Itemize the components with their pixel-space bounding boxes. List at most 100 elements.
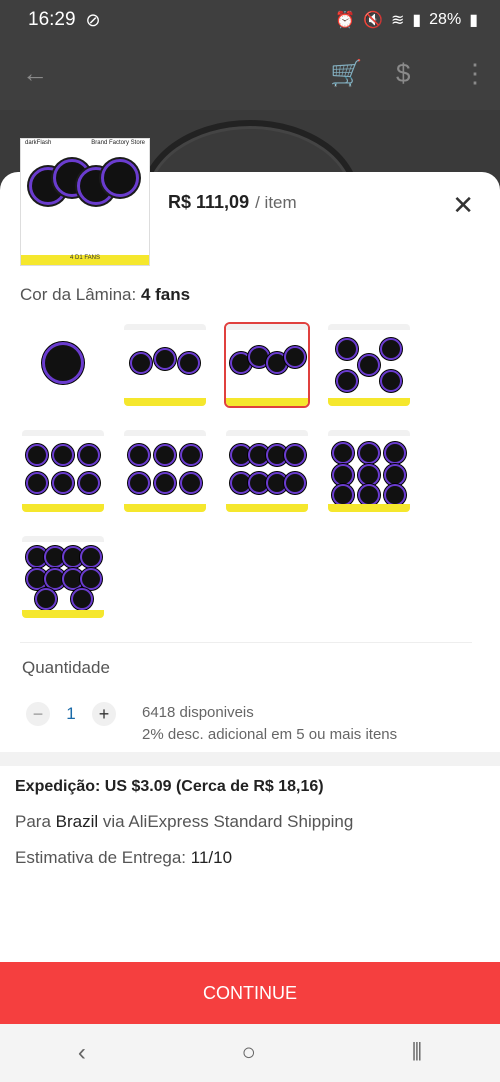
fan-icon (336, 338, 358, 360)
option-4-fans[interactable] (224, 322, 310, 408)
fan-icon (180, 472, 202, 494)
fan-icon (332, 484, 354, 506)
fan-icon (384, 464, 406, 486)
fan-icon (78, 472, 100, 494)
color-selection-label: Cor da Lâmina: 4 fans (20, 285, 190, 305)
fan-icon (78, 444, 100, 466)
thumbnail-brand-name: darkFlash (25, 140, 52, 146)
delivery-estimate: Estimativa de Entrega: 11/10 (15, 848, 232, 868)
option-3-fans[interactable] (124, 324, 206, 406)
fan-icon (35, 588, 57, 610)
fan-icon (358, 354, 380, 376)
close-icon[interactable]: ✕ (452, 190, 474, 221)
fan-icon (42, 342, 84, 384)
fan-icon (154, 444, 176, 466)
option-brand-bar (124, 430, 206, 436)
fan-icon (284, 444, 306, 466)
signal-icon: ▮ (412, 12, 422, 29)
fan-icon (26, 444, 48, 466)
price-unit: / item (255, 193, 297, 212)
nav-recents-icon[interactable]: ⦀ (412, 1039, 423, 1067)
fan-icon (332, 464, 354, 486)
option-8-fans[interactable] (226, 430, 308, 512)
option-brand-bar (226, 430, 308, 436)
option-label-strip (124, 504, 206, 512)
option-brand-bar (124, 324, 206, 330)
option-label-strip (226, 504, 308, 512)
more-icon: ⋮ (462, 58, 488, 88)
thumbnail-store-name: Brand Factory Store (91, 140, 145, 146)
status-time: 16:29 (28, 9, 76, 30)
fan-icon (154, 472, 176, 494)
fan-icon (178, 352, 200, 374)
fan-icon (80, 546, 102, 568)
sku-selector-sheet: darkFlash Brand Factory Store 4 D1 FANS … (0, 138, 500, 1024)
option-brand-bar (328, 430, 410, 436)
fan-icon (380, 370, 402, 392)
option-7-fans[interactable] (124, 430, 206, 512)
fan-icon (336, 370, 358, 392)
thumbnail-fans (27, 153, 143, 247)
fan-icon (332, 442, 354, 464)
fan-icon (358, 464, 380, 486)
alarm-icon: ⏰ (335, 12, 356, 29)
fan-icon (128, 472, 150, 494)
system-navigation-bar: ‹ ○ ⦀ (0, 1024, 500, 1082)
fan-icon (384, 442, 406, 464)
section-separator (0, 752, 500, 766)
fan-icon (71, 588, 93, 610)
fan-icon (52, 472, 74, 494)
item-price: R$ 111,09 (168, 192, 250, 212)
fan-icon (26, 472, 48, 494)
fan-icon (128, 444, 150, 466)
delivery-estimate-label: Estimativa de Entrega: (15, 848, 187, 867)
color-label-text: Cor da Lâmina: (20, 285, 137, 304)
option-label-strip (124, 398, 206, 406)
option-label-strip (22, 610, 104, 618)
fan-icon (180, 444, 202, 466)
fan-icon (284, 346, 306, 368)
shipping-cost: Expedição: US $3.09 (Cerca de R$ 18,16) (15, 778, 324, 795)
nav-back-icon[interactable]: ‹ (78, 1039, 86, 1067)
continue-button[interactable]: CONTINUE (0, 962, 500, 1024)
fan-icon (284, 472, 306, 494)
quantity-value[interactable]: 1 (66, 704, 76, 724)
quantity-stepper: − 1 + (26, 702, 116, 726)
nav-home-icon[interactable]: ○ (241, 1039, 256, 1067)
fan-icon (380, 338, 402, 360)
background-header: ← 🛒 $ ⋮ (0, 40, 500, 110)
option-label-strip (328, 398, 410, 406)
status-bar: 16:29 ⊘ ⏰ 🔇 ≋ ▮ 28% ▮ (0, 0, 500, 40)
thumbnail-label-strip: 4 D1 FANS (21, 255, 149, 265)
shipping-prefix: Para (15, 812, 51, 831)
delivery-estimate-date: 11/10 (190, 848, 233, 867)
wifi-icon: ≋ (390, 12, 405, 29)
dnd-icon: ⊘ (85, 9, 101, 30)
price-row: R$ 111,09 / item (168, 192, 297, 213)
stock-available: 6418 disponiveis (142, 704, 254, 721)
decrease-quantity-button[interactable]: − (26, 702, 50, 726)
option-9-fans[interactable] (328, 430, 410, 512)
quantity-label: Quantidade (22, 658, 110, 677)
option-label-strip (328, 504, 410, 512)
option-5-fans[interactable] (328, 324, 410, 406)
option-6-fans[interactable] (22, 430, 104, 512)
thumbnail-brand: darkFlash Brand Factory Store (21, 139, 149, 149)
option-label-strip (226, 398, 308, 406)
fan-icon (384, 484, 406, 506)
back-arrow-icon: ← (22, 58, 48, 88)
shipping-destination[interactable]: Para Brazil via AliExpress Standard Ship… (15, 812, 353, 832)
option-10-fans[interactable] (22, 536, 104, 618)
stock-info: 6418 disponiveis 2% desc. adicional em 5… (142, 702, 397, 746)
increase-quantity-button[interactable]: + (92, 702, 116, 726)
shipping-method: via AliExpress Standard Shipping (102, 812, 354, 831)
option-brand-bar (328, 324, 410, 330)
cart-icon: 🛒 (330, 58, 363, 88)
color-selected-value: 4 fans (140, 285, 191, 304)
selected-product-thumbnail[interactable]: darkFlash Brand Factory Store 4 D1 FANS (20, 138, 150, 266)
shipping-country: Brazil (55, 812, 99, 831)
fan-icon (101, 159, 139, 197)
option-1-fan[interactable] (22, 324, 104, 406)
battery-level: 28% (429, 11, 462, 28)
mute-icon: 🔇 (363, 12, 383, 29)
